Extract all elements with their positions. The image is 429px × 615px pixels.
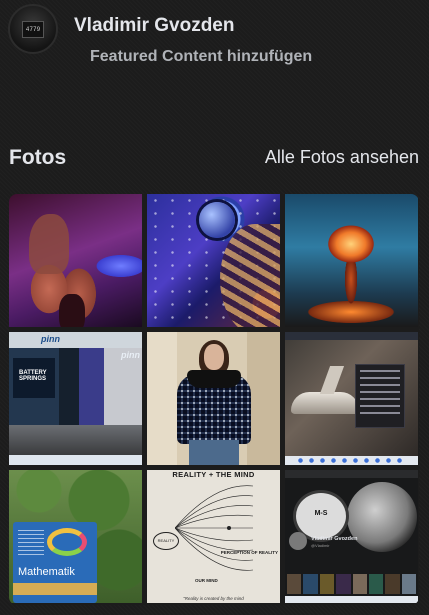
profile-photos-panel: 4779 Vladimir Gvozden Featured Content h…: [0, 0, 429, 615]
photo-fair-brand-right: pinn: [121, 350, 140, 360]
see-all-photos-link[interactable]: Alle Fotos ansehen: [265, 147, 419, 168]
photo-jeans: [189, 440, 239, 465]
photo-reality-footer: "Reality is created by the mind: [183, 596, 244, 601]
photo-book: Mathematik: [13, 522, 97, 603]
photo-fair-sign-text: BATTERY SPRINGS: [19, 370, 47, 382]
photo-figure: [29, 214, 69, 274]
photo-reality-header: REALITY + THE MIND: [172, 470, 255, 479]
photo-tile[interactable]: [147, 194, 280, 327]
photos-section-title[interactable]: Fotos: [9, 146, 66, 170]
avatar-tag: 4779: [21, 20, 45, 38]
photo-taskbar: [285, 456, 418, 465]
photo-thumbnail-strip: [287, 574, 416, 594]
photo-figure-detail: [59, 294, 85, 327]
photo-book-ring: [47, 528, 87, 556]
photo-reality-perception: PERCEPTION OF REALITY: [220, 550, 278, 555]
photo-grid: pinn pinn BATTERY SPRINGS Mathematik REA…: [9, 194, 419, 605]
photo-moon: [347, 482, 417, 552]
photo-taskbar: [9, 455, 142, 465]
photo-tile[interactable]: [285, 194, 418, 327]
photo-tile[interactable]: pinn pinn BATTERY SPRINGS: [9, 332, 142, 465]
photo-reality-diagram: [175, 485, 254, 571]
profile-header: 4779: [8, 4, 58, 54]
photo-logo-text: M-S: [314, 510, 328, 517]
photo-tile[interactable]: [147, 332, 280, 465]
photo-car-door: [319, 366, 345, 394]
photo-book-band: [13, 583, 97, 595]
photo-collar: [187, 370, 241, 388]
photo-face: [204, 344, 224, 370]
photo-planet: [199, 202, 235, 238]
photo-fair-sign: BATTERY SPRINGS: [13, 358, 55, 398]
photo-book-text-lines: [18, 530, 44, 556]
photo-reality-mind: OUR MIND: [195, 578, 218, 583]
add-featured-content-link[interactable]: Featured Content hinzufügen: [90, 48, 312, 66]
profile-name[interactable]: Vladimir Gvozden: [74, 15, 234, 37]
photo-context-menu: [355, 364, 405, 428]
photo-browser-bar: [285, 470, 418, 478]
photo-profile-sub: @Vladimir: [311, 543, 330, 548]
photo-floor: [9, 425, 142, 455]
photo-fair-brand-left: pinn: [41, 334, 60, 344]
photo-profile-avatar: [289, 532, 307, 550]
photo-tile[interactable]: [9, 194, 142, 327]
photo-tile[interactable]: Mathematik: [9, 470, 142, 603]
photo-profile-name: Vladimir Gvozden: [311, 536, 358, 542]
photo-taskbar: [285, 596, 418, 603]
photo-reality-circle: REALITY: [153, 532, 179, 550]
photo-tile[interactable]: M-S Vladimir Gvozden @Vladimir: [285, 470, 418, 603]
photo-tile[interactable]: REALITY + THE MIND REALITY PERCEPTION OF…: [147, 470, 280, 603]
photo-car: [291, 392, 359, 414]
avatar[interactable]: 4779: [8, 4, 58, 54]
photo-tile[interactable]: [285, 332, 418, 465]
photo-book-title: Mathematik: [18, 566, 75, 578]
